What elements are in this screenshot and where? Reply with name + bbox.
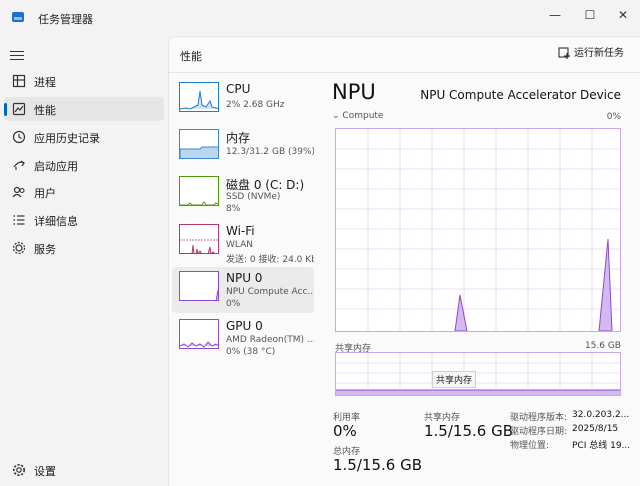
nav-label-users: 用户 [34, 187, 56, 200]
close-button[interactable]: ✕ [608, 4, 638, 26]
run-new-task-button[interactable]: 运行新任务 [558, 47, 624, 63]
device-name: NPU 0 [226, 271, 263, 285]
device-memory[interactable]: 内存 12.3/31.2 GB (39%) [172, 125, 314, 171]
device-detail: AMD Radeon(TM) ... [226, 335, 314, 345]
device-wifi[interactable]: Wi-Fi WLAN 发送: 0 接收: 24.0 Kbp [172, 220, 314, 266]
driver-version-value: 32.0.203.2... [572, 410, 630, 420]
disk-thumbnail-graph [179, 176, 219, 206]
processes-icon [12, 74, 26, 88]
gpu-thumbnail-graph [179, 319, 219, 349]
compute-max-label: 0% [606, 112, 621, 122]
nav-label-settings: 设置 [34, 465, 56, 478]
nav-item-performance[interactable]: 性能 [4, 97, 164, 121]
nav-item-settings[interactable]: 设置 [4, 458, 164, 482]
maximize-button[interactable]: ☐ [575, 4, 605, 26]
physical-location-label: 物理位置: [510, 441, 550, 451]
shared-memory-value: 1.5/15.6 GB [424, 422, 513, 440]
device-cpu[interactable]: CPU 2% 2.68 GHz [172, 78, 314, 124]
services-icon [12, 241, 26, 255]
npu-detail-pane: NPU NPU Compute Accelerator Device ⌄ Com… [329, 73, 631, 486]
task-manager-app-icon [12, 12, 24, 22]
physical-location-value: PCI 总线 19... [572, 441, 631, 451]
device-disk[interactable]: 磁盘 0 (C: D:) SSD (NVMe) 8% [172, 172, 314, 218]
cpu-thumbnail-graph [179, 82, 219, 112]
nav-item-startup[interactable]: 启动应用 [4, 153, 164, 177]
content-header: 性能 运行新任务 [169, 37, 640, 73]
navigation-pane: 进程 性能 应用历史记录 启动应用 用户 详细信息 服务 设置 [0, 36, 168, 486]
device-detail: WLAN [226, 240, 254, 250]
shared-memory-graph [335, 352, 621, 396]
app-history-icon [12, 130, 26, 144]
chevron-down-icon: ⌄ [332, 111, 340, 121]
device-detail: 12.3/31.2 GB (39%) [226, 147, 314, 157]
device-detail: 2% 2.68 GHz [226, 100, 285, 110]
nav-item-services[interactable]: 服务 [4, 236, 164, 260]
users-icon [12, 186, 25, 198]
driver-date-value: 2025/8/15 [572, 424, 619, 434]
window-title: 任务管理器 [38, 13, 93, 26]
device-name: CPU [226, 82, 251, 96]
nav-label-performance: 性能 [34, 104, 56, 117]
compute-graph [335, 128, 621, 332]
performance-icon [12, 102, 26, 116]
nav-label-app-history: 应用历史记录 [34, 132, 100, 145]
device-detail-2: 8% [226, 204, 241, 214]
shared-memory-max-label: 15.6 GB [584, 341, 621, 351]
compute-dropdown[interactable]: ⌄ Compute [332, 111, 383, 121]
compute-label: Compute [342, 111, 384, 121]
driver-date-label: 驱动程序日期: [510, 427, 568, 437]
hamburger-menu-icon[interactable] [10, 48, 24, 60]
device-detail-2: 0% (38 °C) [226, 347, 276, 357]
device-detail-2: 0% [226, 299, 241, 309]
performance-content: 性能 运行新任务 CPU 2% 2.68 GHz 内存 12.3/31.2 GB… [168, 36, 640, 486]
run-task-icon [558, 47, 570, 59]
device-detail-2: 发送: 0 接收: 24.0 Kbp [226, 255, 314, 265]
nav-label-details: 详细信息 [34, 215, 78, 228]
startup-icon [13, 160, 25, 170]
device-detail: NPU Compute Acc... [226, 287, 314, 297]
details-icon [13, 215, 25, 225]
device-gpu[interactable]: GPU 0 AMD Radeon(TM) ... 0% (38 °C) [172, 315, 314, 361]
title-bar: 任务管理器 — ☐ ✕ [0, 0, 640, 36]
driver-version-label: 驱动程序版本: [510, 413, 568, 423]
nav-label-startup: 启动应用 [34, 160, 78, 173]
nav-item-details[interactable]: 详细信息 [4, 208, 164, 232]
device-detail: SSD (NVMe) [226, 192, 281, 202]
device-name: 内存 [226, 131, 251, 145]
nav-item-app-history[interactable]: 应用历史记录 [4, 125, 164, 149]
device-list: CPU 2% 2.68 GHz 内存 12.3/31.2 GB (39%) 磁盘… [169, 73, 317, 486]
device-name: 磁盘 0 (C: D:) [226, 178, 305, 192]
device-title: NPU [332, 80, 376, 104]
device-name: Wi-Fi [226, 224, 255, 238]
nav-label-services: 服务 [34, 243, 56, 256]
wifi-thumbnail-graph [179, 224, 219, 254]
shared-memory-tooltip: 共享内存 [432, 371, 477, 388]
npu-thumbnail-graph [179, 271, 219, 301]
utilization-value: 0% [333, 422, 357, 440]
nav-item-processes[interactable]: 进程 [4, 69, 164, 93]
memory-thumbnail-graph [179, 129, 219, 159]
nav-label-processes: 进程 [34, 76, 56, 89]
total-memory-value: 1.5/15.6 GB [333, 456, 422, 474]
device-npu[interactable]: NPU 0 NPU Compute Acc... 0% [172, 267, 314, 313]
minimize-button[interactable]: — [540, 4, 570, 26]
gear-icon [13, 464, 25, 476]
nav-item-users[interactable]: 用户 [4, 180, 164, 204]
device-name: GPU 0 [226, 319, 263, 333]
run-task-label: 运行新任务 [574, 48, 624, 59]
page-title: 性能 [180, 50, 202, 63]
device-full-name: NPU Compute Accelerator Device [420, 88, 621, 102]
